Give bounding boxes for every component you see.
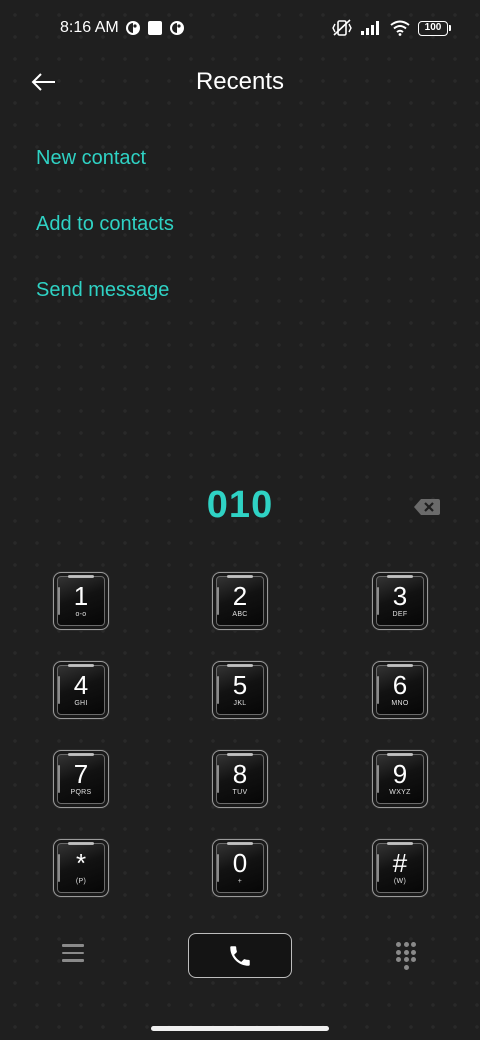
add-to-contacts-link[interactable]: Add to contacts	[36, 208, 174, 274]
key-letters: JKL	[233, 700, 247, 707]
bottom-bar	[0, 930, 480, 980]
backspace-icon	[414, 499, 440, 515]
key-2[interactable]: 2 ABC	[212, 572, 268, 630]
key-hash[interactable]: # (W)	[372, 839, 428, 897]
menu-icon[interactable]	[62, 944, 84, 962]
key-star[interactable]: * (P)	[53, 839, 109, 897]
key-letters: TUV	[232, 789, 248, 796]
key-9[interactable]: 9 WXYZ	[372, 750, 428, 808]
key-letters: +	[237, 878, 243, 885]
delete-button[interactable]	[412, 496, 442, 518]
call-button[interactable]	[188, 933, 292, 978]
key-letters: (W)	[393, 878, 407, 885]
key-8[interactable]: 8 TUV	[212, 750, 268, 808]
wifi-icon	[390, 20, 410, 36]
home-indicator[interactable]	[151, 1026, 329, 1031]
page-title: Recents	[195, 68, 285, 95]
status-time: 8:16 AM	[60, 19, 119, 36]
key-digit: 0	[232, 848, 248, 878]
key-digit: #	[392, 848, 408, 878]
key-digit: 2	[232, 581, 248, 611]
signal-icon	[361, 21, 379, 35]
key-7[interactable]: 7 PQRS	[53, 750, 109, 808]
key-0[interactable]: 0 +	[212, 839, 268, 897]
dialed-number: 010	[206, 484, 274, 526]
send-message-link[interactable]: Send message	[36, 274, 174, 340]
key-letters: PQRS	[70, 789, 92, 796]
key-digit: 9	[392, 759, 408, 789]
key-digit: 8	[232, 759, 248, 789]
key-digit: 6	[392, 670, 408, 700]
dialpad-icon[interactable]	[396, 942, 416, 970]
key-3[interactable]: 3 DEF	[372, 572, 428, 630]
key-letters: DEF	[392, 611, 408, 618]
key-4[interactable]: 4 GHI	[53, 661, 109, 719]
key-5[interactable]: 5 JKL	[212, 661, 268, 719]
key-digit: 3	[392, 581, 408, 611]
key-letters: GHI	[74, 700, 88, 707]
key-digit: 1	[73, 581, 89, 611]
key-digit: 4	[73, 670, 89, 700]
key-letters: ABC	[232, 611, 248, 618]
status-left: 8:16 AM	[60, 19, 185, 37]
header: Recents	[0, 56, 480, 108]
battery-icon: 100	[418, 20, 451, 36]
action-list: New contact Add to contacts Send message	[36, 142, 174, 340]
key-letters: (P)	[75, 878, 87, 885]
new-contact-link[interactable]: New contact	[36, 142, 174, 208]
key-1[interactable]: 1 o-o	[53, 572, 109, 630]
status-bar: 8:16 AM 100	[0, 0, 480, 56]
voicemail-icon: o-o	[75, 611, 87, 618]
phone-icon	[230, 945, 250, 966]
key-6[interactable]: 6 MNO	[372, 661, 428, 719]
key-digit: 5	[232, 670, 248, 700]
vibrate-off-icon	[332, 19, 352, 36]
status-right: 100	[332, 19, 451, 37]
key-letters: WXYZ	[389, 789, 411, 796]
key-digit: 7	[73, 759, 89, 789]
key-digit: *	[75, 848, 87, 878]
key-letters: MNO	[391, 700, 409, 707]
square-notification-icon	[147, 21, 162, 35]
app-notification-icon	[169, 21, 184, 35]
app-notification-icon	[125, 21, 140, 35]
